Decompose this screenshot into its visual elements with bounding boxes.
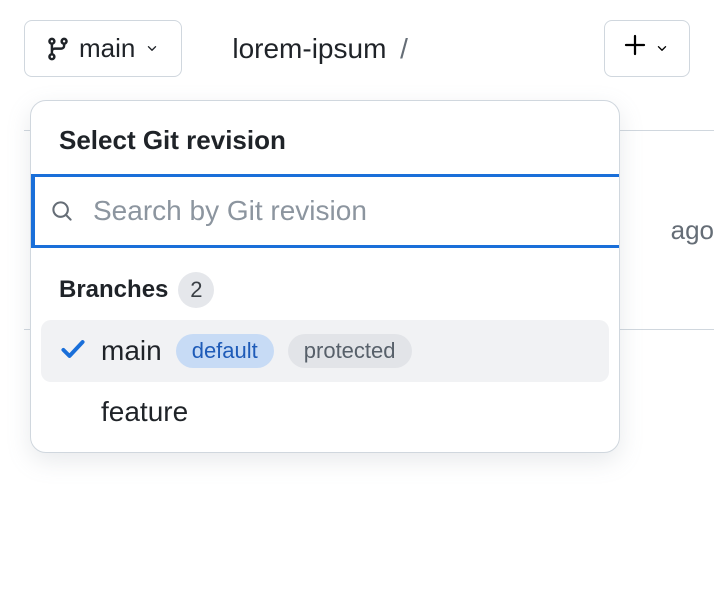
branch-button-label: main (79, 33, 135, 64)
branches-count-badge: 2 (178, 272, 214, 308)
popover-title: Select Git revision (31, 101, 619, 174)
header-row: main lorem-ipsum / (0, 0, 714, 97)
branch-item-feature[interactable]: feature (41, 382, 609, 442)
check-icon (59, 335, 87, 368)
plus-icon (623, 33, 647, 64)
branch-name: feature (101, 396, 188, 428)
git-branch-icon (45, 36, 71, 62)
chevron-down-icon (653, 33, 671, 64)
branches-label: Branches (59, 276, 168, 304)
chevron-down-icon (143, 33, 161, 64)
branch-name: main (101, 335, 162, 367)
breadcrumb-repo[interactable]: lorem-ipsum (232, 33, 386, 64)
protected-badge: protected (288, 334, 412, 368)
branches-section-header: Branches 2 (31, 248, 619, 320)
default-badge: default (176, 334, 274, 368)
revision-selector-popover: Select Git revision Branches 2 main defa… (30, 100, 620, 453)
breadcrumb-separator: / (400, 33, 408, 64)
branch-list: main default protected feature (31, 320, 619, 442)
search-input[interactable] (31, 174, 619, 248)
search-wrapper (31, 174, 619, 248)
add-button[interactable] (604, 20, 690, 77)
branch-item-main[interactable]: main default protected (41, 320, 609, 382)
time-fragment: ago (671, 215, 714, 246)
breadcrumb: lorem-ipsum / (232, 33, 408, 65)
branch-selector-button[interactable]: main (24, 20, 182, 77)
